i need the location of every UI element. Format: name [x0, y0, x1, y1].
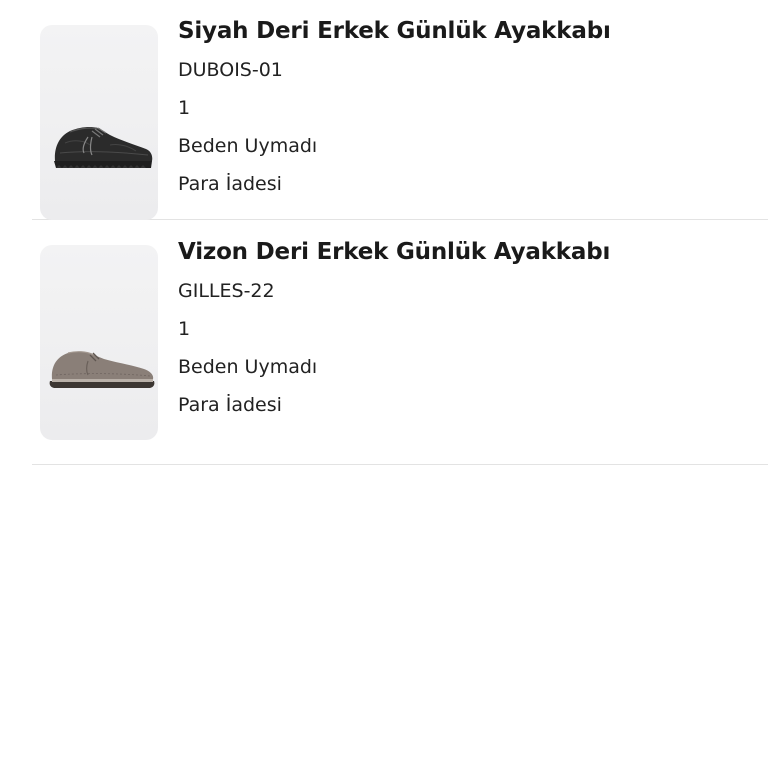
product-image[interactable]: [40, 25, 158, 220]
return-reason: Beden Uymadı: [178, 135, 318, 157]
product-quantity: 1: [178, 318, 191, 340]
product-quantity: 1: [178, 97, 191, 119]
black-leather-shoe-icon: [54, 127, 153, 168]
product-name[interactable]: Vizon Deri Erkek Günlük Ayakkabı: [178, 235, 610, 269]
list-item[interactable]: Vizon Deri Erkek Günlük Ayakkabı GILLES-…: [32, 220, 768, 465]
return-resolution: Para İadesi: [178, 173, 282, 195]
product-name[interactable]: Siyah Deri Erkek Günlük Ayakkabı: [178, 14, 611, 48]
return-resolution: Para İadesi: [178, 394, 282, 416]
product-code: GILLES-22: [178, 280, 275, 302]
return-reason: Beden Uymadı: [178, 356, 318, 378]
product-code: DUBOIS-01: [178, 59, 283, 81]
return-items-list: Siyah Deri Erkek Günlük Ayakkabı DUBOIS-…: [32, 0, 768, 465]
product-details: Siyah Deri Erkek Günlük Ayakkabı DUBOIS-…: [178, 14, 611, 203]
list-item[interactable]: Siyah Deri Erkek Günlük Ayakkabı DUBOIS-…: [32, 0, 768, 220]
product-details: Vizon Deri Erkek Günlük Ayakkabı GILLES-…: [178, 235, 610, 424]
mink-suede-shoe-icon: [49, 351, 155, 388]
product-image[interactable]: [40, 245, 158, 440]
